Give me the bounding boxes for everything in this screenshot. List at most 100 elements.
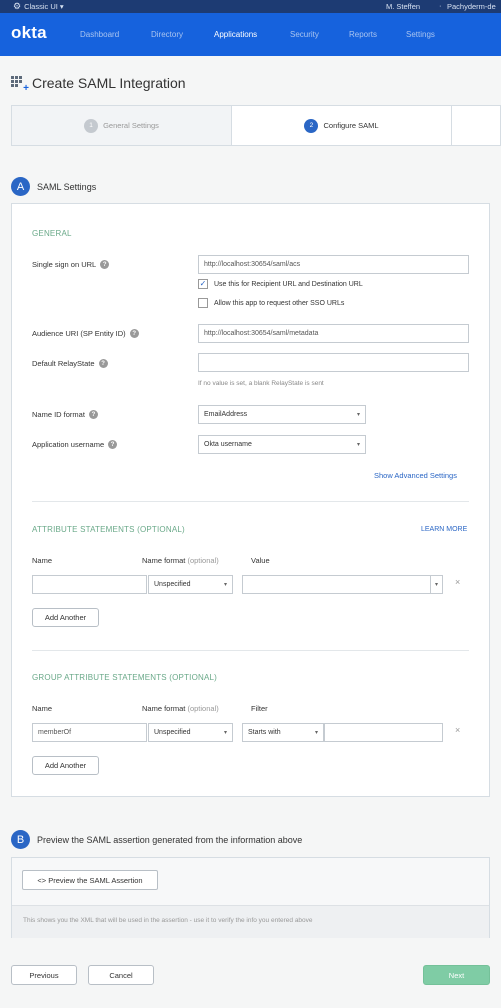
preview-footer: This shows you the XML that will be used… (12, 905, 489, 938)
classic-ui-switcher[interactable]: ⚙ Classic UI ▾ (13, 1, 64, 12)
chevron-down-icon: ▾ (356, 412, 360, 418)
help-icon[interactable]: ? (100, 260, 110, 269)
help-icon[interactable]: ? (88, 410, 98, 419)
other-sso-checkbox-row: Allow this app to request other SSO URLs (198, 298, 344, 308)
learn-more-link[interactable]: LEARN MORE (421, 526, 467, 533)
other-sso-checkbox[interactable] (198, 298, 208, 308)
chevron-down-icon: ▾ (223, 730, 227, 736)
relaystate-input[interactable] (198, 353, 469, 372)
recipient-url-checkbox-label: Use this for Recipient URL and Destinati… (214, 280, 363, 288)
chevron-down-icon: ▾ (314, 730, 318, 736)
previous-button[interactable]: Previous (11, 965, 77, 985)
group-format-value: Unspecified (154, 729, 191, 736)
group-col-name: Name (32, 704, 53, 713)
app-username-value: Okta username (204, 441, 252, 448)
relaystate-hint: If no value is set, a blank RelayState i… (198, 380, 324, 387)
nav-dashboard[interactable]: Dashboard (80, 30, 119, 39)
user-menu[interactable]: M. Steffen (386, 2, 420, 11)
group-col-format: Name format (optional) (142, 704, 219, 713)
attr-col-format-text: Name format (142, 556, 186, 565)
sso-url-label: Single sign on URL ? (32, 260, 110, 269)
app-username-label: Application username ? (32, 440, 118, 449)
attr-value-input[interactable]: ▾ (242, 575, 443, 594)
saml-settings-panel: GENERAL Single sign on URL ? http://loca… (11, 203, 490, 797)
cancel-button[interactable]: Cancel (88, 965, 154, 985)
topbar-separator: · (439, 1, 442, 10)
audience-uri-label-text: Audience URI (SP Entity ID) (32, 329, 126, 338)
preview-panel: <> Preview the SAML Assertion This shows… (11, 857, 490, 938)
nameid-format-value: EmailAddress (204, 411, 248, 418)
add-another-attribute-button[interactable]: Add Another (32, 608, 99, 627)
chevron-down-icon[interactable]: ▾ (430, 576, 442, 593)
page-title: Create SAML Integration (32, 75, 186, 91)
remove-group-attribute-icon[interactable]: × (455, 725, 460, 735)
wizard-steps: 1 General Settings 2 Configure SAML (11, 105, 501, 146)
show-advanced-settings-link[interactable]: Show Advanced Settings (374, 471, 457, 480)
help-icon[interactable]: ? (98, 359, 108, 368)
attr-format-value: Unspecified (154, 581, 191, 588)
step-general-settings[interactable]: 1 General Settings (12, 106, 232, 145)
group-filter-type-select[interactable]: Starts with ▾ (242, 723, 324, 742)
help-icon[interactable]: ? (129, 329, 139, 338)
top-bar: ⚙ Classic UI ▾ M. Steffen · Pachyderm-de (0, 0, 501, 13)
group-col-format-text: Name format (142, 704, 186, 713)
section-a-badge: A (11, 177, 30, 196)
section-b-label: Preview the SAML assertion generated fro… (37, 834, 303, 845)
step-number: 1 (84, 118, 99, 133)
other-sso-checkbox-label: Allow this app to request other SSO URLs (214, 299, 345, 307)
nav-security[interactable]: Security (290, 30, 319, 39)
attribute-statements-heading: ATTRIBUTE STATEMENTS (OPTIONAL) (32, 525, 185, 534)
step-label: Configure SAML (323, 121, 379, 130)
step-number: 2 (304, 118, 319, 133)
nameid-format-label-text: Name ID format (32, 410, 85, 419)
nav-reports[interactable]: Reports (349, 30, 377, 39)
relaystate-label: Default RelayState ? (32, 359, 108, 368)
step-next-placeholder (452, 106, 500, 145)
sso-url-input[interactable]: http://localhost:30654/saml/acs (198, 255, 469, 274)
section-b-header: B Preview the SAML assertion generated f… (11, 830, 302, 849)
help-icon[interactable]: ? (108, 440, 118, 449)
sso-url-label-text: Single sign on URL (32, 260, 97, 269)
app-username-label-text: Application username (32, 440, 105, 449)
audience-uri-label: Audience URI (SP Entity ID) ? (32, 329, 139, 338)
app-grid-add-icon: + (11, 75, 29, 94)
remove-attribute-icon[interactable]: × (455, 577, 460, 587)
attr-col-value: Value (251, 556, 270, 565)
group-filter-value-input[interactable] (324, 723, 443, 742)
org-name[interactable]: Pachyderm-de (447, 2, 496, 11)
general-heading: GENERAL (32, 229, 72, 238)
attr-col-name: Name (32, 556, 53, 565)
okta-logo[interactable]: okta (11, 23, 47, 43)
recipient-url-checkbox-row: ✓ Use this for Recipient URL and Destina… (198, 279, 363, 289)
nav-directory[interactable]: Directory (151, 30, 183, 39)
group-name-input[interactable]: memberOf (32, 723, 147, 742)
attr-col-format-optional: (optional) (187, 556, 219, 565)
main-nav: okta Dashboard Directory Applications Se… (0, 13, 501, 56)
gear-icon: ⚙ (13, 1, 22, 11)
nameid-format-label: Name ID format ? (32, 410, 98, 419)
app-username-select[interactable]: Okta username ▾ (198, 435, 366, 454)
group-format-select[interactable]: Unspecified ▾ (148, 723, 233, 742)
step-configure-saml[interactable]: 2 Configure SAML (232, 106, 452, 145)
group-col-format-optional: (optional) (187, 704, 219, 713)
add-another-group-attribute-button[interactable]: Add Another (32, 756, 99, 775)
attr-format-select[interactable]: Unspecified ▾ (148, 575, 233, 594)
page-header: + Create SAML Integration (11, 75, 186, 94)
nameid-format-select[interactable]: EmailAddress ▾ (198, 405, 366, 424)
next-button[interactable]: Next (423, 965, 490, 985)
attr-col-format: Name format (optional) (142, 556, 219, 565)
chevron-down-icon: ▾ (223, 582, 227, 588)
group-col-filter: Filter (251, 704, 268, 713)
relaystate-label-text: Default RelayState (32, 359, 95, 368)
recipient-url-checkbox[interactable]: ✓ (198, 279, 208, 289)
attr-name-input[interactable] (32, 575, 147, 594)
divider (32, 501, 469, 502)
section-b-badge: B (11, 830, 30, 849)
nav-applications[interactable]: Applications (214, 30, 257, 39)
classic-ui-label: Classic UI ▾ (24, 2, 64, 11)
preview-saml-assertion-button[interactable]: <> Preview the SAML Assertion (22, 870, 158, 890)
section-a-label: SAML Settings (37, 181, 97, 192)
nav-settings[interactable]: Settings (406, 30, 435, 39)
divider (32, 650, 469, 651)
audience-uri-input[interactable]: http://localhost:30654/saml/metadata (198, 324, 469, 343)
